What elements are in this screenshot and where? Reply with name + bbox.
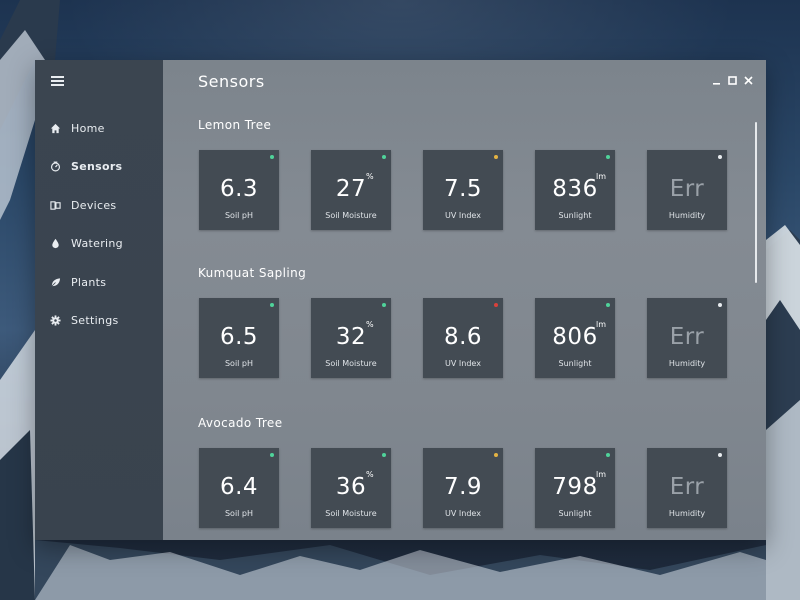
sensor-tile[interactable]: 836 lm Sunlight — [535, 150, 615, 230]
status-dot — [606, 453, 610, 457]
sensor-label: UV Index — [445, 211, 481, 220]
sensor-label: Sunlight — [558, 211, 592, 220]
sensor-label: Soil pH — [224, 211, 254, 220]
status-dot — [270, 155, 274, 159]
group-title: Kumquat Sapling — [198, 266, 307, 280]
sensor-label: UV Index — [445, 359, 481, 368]
sensor-tile[interactable]: 798 lm Sunlight — [535, 448, 615, 528]
close-icon[interactable] — [743, 71, 754, 85]
sensor-tile[interactable]: 6.5 Soil pH — [199, 298, 279, 378]
app-window: Home Sensors Devices Watering Plants Set… — [35, 60, 766, 540]
sensor-value: 8.6 — [443, 324, 483, 350]
sidebar-item-label: Sensors — [71, 159, 123, 173]
sensor-label: Soil Moisture — [325, 211, 377, 220]
page-title: Sensors — [198, 72, 265, 91]
status-dot — [494, 453, 498, 457]
sensor-value: Err — [669, 324, 705, 350]
sensor-value: 7.9 — [443, 474, 483, 500]
sensor-value: 32 — [335, 324, 367, 350]
status-dot — [494, 155, 498, 159]
sidebar-item-settings[interactable]: Settings — [35, 305, 163, 335]
status-dot — [382, 303, 386, 307]
sensor-label: Humidity — [668, 509, 706, 518]
status-dot — [270, 303, 274, 307]
sensor-tile[interactable]: 7.9 UV Index — [423, 448, 503, 528]
sensor-label: Soil Moisture — [325, 509, 377, 518]
group-title: Avocado Tree — [198, 416, 283, 430]
status-dot — [494, 303, 498, 307]
devices-icon — [49, 199, 61, 211]
sensor-tile[interactable]: 6.3 Soil pH — [199, 150, 279, 230]
status-dot — [382, 453, 386, 457]
sensor-tile[interactable]: 8.6 UV Index — [423, 298, 503, 378]
sensor-label: UV Index — [445, 509, 481, 518]
sensor-value: 6.4 — [219, 474, 259, 500]
sensor-value: 27 — [335, 176, 367, 202]
sensor-value: Err — [669, 474, 705, 500]
sensor-tile[interactable]: 32% Soil Moisture — [311, 298, 391, 378]
sensor-tile[interactable]: 806 lm Sunlight — [535, 298, 615, 378]
status-dot — [606, 155, 610, 159]
sidebar: Home Sensors Devices Watering Plants Set… — [35, 60, 163, 540]
vertical-scrollbar[interactable] — [755, 122, 757, 283]
sensor-value: 7.5 — [443, 176, 483, 202]
sidebar-item-plants[interactable]: Plants — [35, 267, 163, 297]
sidebar-item-label: Home — [71, 121, 105, 135]
sensor-label: Soil Moisture — [325, 359, 377, 368]
sensor-tile[interactable]: Err Humidity — [647, 150, 727, 230]
sensor-tile[interactable]: Err Humidity — [647, 298, 727, 378]
maximize-icon[interactable] — [727, 71, 738, 85]
main-panel: Sensors Lemon Tree 6.3 Soil pH 27% Soil Mois… — [163, 60, 766, 540]
status-dot — [718, 303, 722, 307]
sensor-unit: % — [366, 172, 374, 181]
sensor-label: Humidity — [668, 211, 706, 220]
status-dot — [718, 155, 722, 159]
status-dot — [606, 303, 610, 307]
minimize-icon[interactable] — [711, 71, 722, 85]
sensor-tile[interactable]: Err Humidity — [647, 448, 727, 528]
sidebar-item-watering[interactable]: Watering — [35, 228, 163, 258]
gear-icon — [49, 314, 61, 326]
sensor-tile[interactable]: 36% Soil Moisture — [311, 448, 391, 528]
desktop-background: Home Sensors Devices Watering Plants Set… — [0, 0, 800, 600]
sensor-value: Err — [669, 176, 705, 202]
sensor-tile[interactable]: 7.5 UV Index — [423, 150, 503, 230]
sensor-gauge-icon — [49, 160, 61, 172]
sensor-label: Sunlight — [558, 359, 592, 368]
sensor-unit: % — [366, 470, 374, 479]
status-dot — [270, 453, 274, 457]
sidebar-item-label: Plants — [71, 275, 107, 289]
home-icon — [49, 122, 61, 134]
sidebar-item-label: Settings — [71, 313, 119, 327]
sidebar-item-label: Watering — [71, 236, 123, 250]
sensor-unit: lm — [596, 470, 607, 479]
sensor-unit: % — [366, 320, 374, 329]
sensor-label: Soil pH — [224, 509, 254, 518]
sidebar-item-home[interactable]: Home — [35, 113, 163, 143]
sensor-label: Sunlight — [558, 509, 592, 518]
hamburger-menu-icon[interactable] — [51, 76, 64, 86]
sensor-label: Soil pH — [224, 359, 254, 368]
sensor-tile[interactable]: 27% Soil Moisture — [311, 150, 391, 230]
water-drop-icon — [49, 237, 61, 249]
sensor-unit: lm — [596, 320, 607, 329]
sensor-value: 36 — [335, 474, 367, 500]
sensor-value: 6.3 — [219, 176, 259, 202]
sensor-unit: lm — [596, 172, 607, 181]
sidebar-item-devices[interactable]: Devices — [35, 190, 163, 220]
status-dot — [718, 453, 722, 457]
sensor-value: 6.5 — [219, 324, 259, 350]
sensor-label: Humidity — [668, 359, 706, 368]
group-title: Lemon Tree — [198, 118, 272, 132]
sensor-tile[interactable]: 6.4 Soil pH — [199, 448, 279, 528]
sidebar-item-label: Devices — [71, 198, 117, 212]
sidebar-item-sensors[interactable]: Sensors — [35, 151, 163, 181]
leaf-icon — [49, 276, 61, 288]
status-dot — [382, 155, 386, 159]
